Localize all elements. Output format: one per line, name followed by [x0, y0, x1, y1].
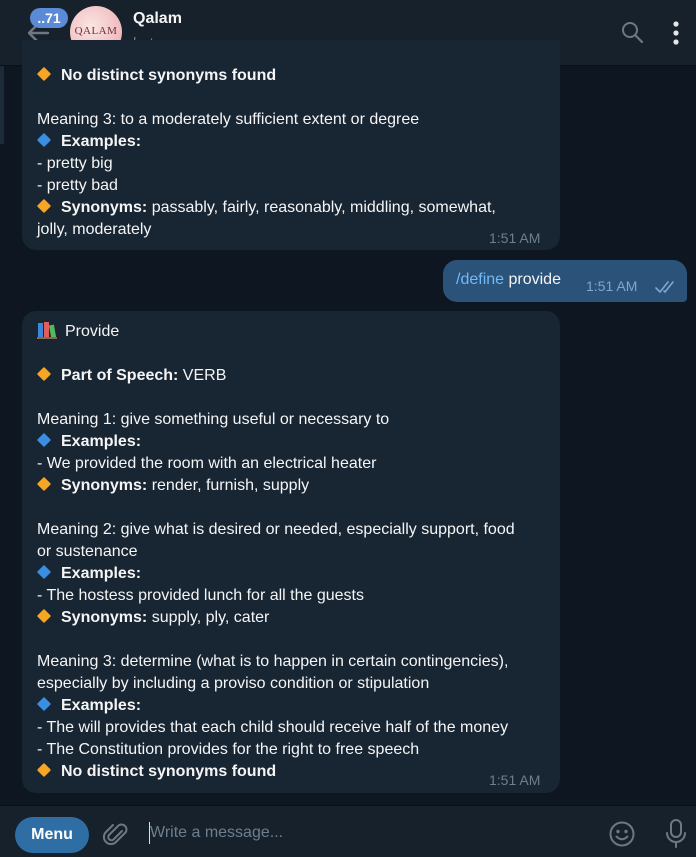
- synonyms-text: passably, fairly, reasonably, middling, …: [147, 199, 496, 216]
- chat-title[interactable]: Qalam: [133, 10, 182, 28]
- smiley-icon[interactable]: [608, 820, 636, 848]
- message-time: 1:51 AM: [489, 230, 541, 246]
- part-of-speech-label: Part of Speech:: [61, 367, 179, 384]
- blue-diamond-icon: [37, 697, 52, 712]
- example-text: - The hostess provided lunch for all the…: [37, 587, 364, 604]
- synonyms-label: Synonyms:: [61, 609, 148, 626]
- incoming-message: No distinct synonyms found Meaning 3: to…: [22, 40, 560, 250]
- books-icon: [37, 322, 57, 339]
- message-line: No distinct synonyms found: [37, 761, 515, 783]
- examples-label: Examples:: [61, 133, 142, 150]
- outgoing-message: /define provide 1:51 AM: [443, 260, 687, 302]
- message-line: Examples:: [37, 131, 496, 153]
- meaning-text: Meaning 1: give something useful or nece…: [37, 411, 390, 428]
- message-input[interactable]: [150, 820, 570, 846]
- part-of-speech-value: VERB: [178, 367, 227, 384]
- meaning-text: Meaning 3: to a moderately sufficient ex…: [37, 111, 420, 128]
- examples-label: Examples:: [61, 697, 142, 714]
- message-line: Synonyms: render, furnish, supply: [37, 475, 515, 497]
- orange-diamond-icon: [37, 199, 52, 214]
- message-line: No distinct synonyms found: [37, 65, 496, 87]
- double-check-icon: [655, 281, 674, 293]
- meaning-text: especially by including a proviso condit…: [37, 675, 430, 692]
- more-vertical-icon[interactable]: [666, 20, 686, 46]
- command-argument: provide: [504, 271, 561, 288]
- examples-label: Examples:: [61, 565, 142, 582]
- message-line: Synonyms: supply, ply, cater: [37, 607, 515, 629]
- no-synonyms-text: No distinct synonyms found: [61, 763, 277, 780]
- message-line: Part of Speech: VERB: [37, 365, 515, 387]
- word-title: Provide: [65, 323, 120, 340]
- synonyms-text: jolly, moderately: [37, 221, 152, 238]
- no-synonyms-text: No distinct synonyms found: [61, 67, 277, 84]
- unread-count-badge[interactable]: ..71: [30, 8, 68, 28]
- message-time: 1:51 AM: [586, 278, 638, 294]
- meaning-text: Meaning 3: determine (what is to happen …: [37, 653, 509, 670]
- message-line: Examples:: [37, 695, 515, 717]
- microphone-icon[interactable]: [664, 818, 688, 850]
- bot-command-link[interactable]: /define: [456, 271, 504, 288]
- blue-diamond-icon: [37, 133, 52, 148]
- blue-diamond-icon: [37, 565, 52, 580]
- orange-diamond-icon: [37, 477, 52, 492]
- orange-diamond-icon: [37, 609, 52, 624]
- example-text: - pretty bad: [37, 177, 118, 194]
- orange-diamond-icon: [37, 367, 52, 382]
- synonyms-label: Synonyms:: [61, 199, 148, 216]
- example-text: - The will provides that each child shou…: [37, 719, 509, 736]
- orange-diamond-icon: [37, 67, 52, 82]
- incoming-message: Provide Part of Speech: VERB Meaning 1: …: [22, 311, 560, 793]
- synonyms-text: supply, ply, cater: [147, 609, 270, 626]
- message-line: Synonyms: passably, fairly, reasonably, …: [37, 197, 496, 219]
- meaning-text: Meaning 2: give what is desired or neede…: [37, 521, 515, 538]
- example-text: - The Constitution provides for the righ…: [37, 741, 420, 758]
- synonyms-label: Synonyms:: [61, 477, 148, 494]
- message-line: Examples:: [37, 563, 515, 585]
- avatar-logo-text: QALAM: [74, 25, 118, 37]
- examples-label: Examples:: [61, 433, 142, 450]
- message-composer: Menu: [0, 805, 696, 857]
- example-text: - We provided the room with an electrica…: [37, 455, 377, 472]
- bot-menu-button[interactable]: Menu: [15, 817, 89, 853]
- message-line: Provide: [37, 321, 515, 343]
- example-text: - pretty big: [37, 155, 113, 172]
- message-time: 1:51 AM: [489, 772, 541, 788]
- orange-diamond-icon: [37, 763, 52, 778]
- meaning-text: or sustenance: [37, 543, 138, 560]
- paperclip-icon[interactable]: [103, 820, 129, 848]
- blue-diamond-icon: [37, 433, 52, 448]
- search-icon[interactable]: [620, 20, 644, 44]
- message-line: Examples:: [37, 431, 515, 453]
- synonyms-text: render, furnish, supply: [147, 477, 310, 494]
- scroll-edge: [0, 66, 4, 144]
